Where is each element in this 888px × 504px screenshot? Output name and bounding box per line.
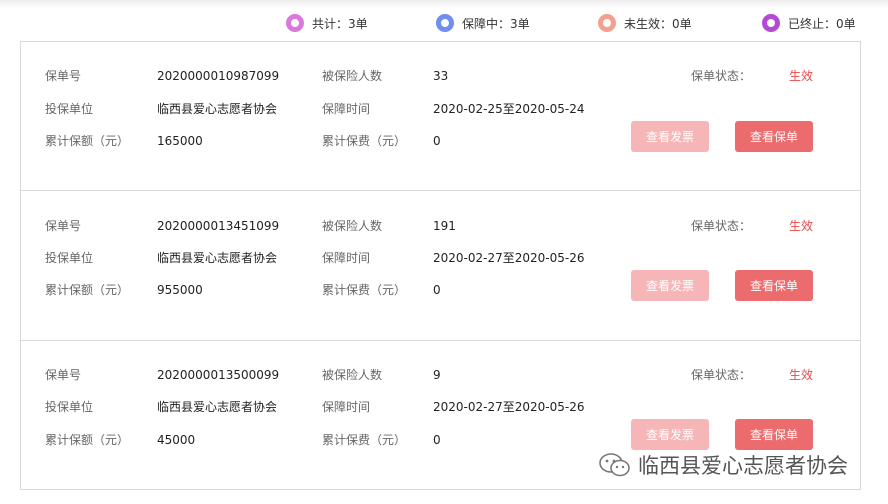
period-value: 2020-02-25至2020-05-24 bbox=[433, 102, 585, 116]
period-value: 2020-02-27至2020-05-26 bbox=[433, 251, 585, 265]
view-invoice-button[interactable]: 查看发票 bbox=[631, 121, 709, 152]
summary-active-label: 保障中：3单 bbox=[462, 16, 530, 31]
period-label: 保障时间 bbox=[322, 251, 371, 265]
insured-count-value: 191 bbox=[433, 219, 456, 233]
status-value: 生效 bbox=[789, 219, 814, 233]
summary-terminated-label: 已终止：0单 bbox=[788, 16, 856, 31]
summary-bar: 共计：3单 保障中：3单 未生效：0单 已终止：0单 bbox=[0, 0, 888, 42]
status-label: 保单状态： bbox=[691, 219, 752, 233]
insured-count-label: 被保险人数 bbox=[322, 219, 383, 233]
total-amount-label: 累计保额（元） bbox=[45, 134, 130, 148]
view-policy-button[interactable]: 查看保单 bbox=[735, 270, 813, 301]
insured-count-label: 被保险人数 bbox=[322, 69, 383, 83]
total-amount-value: 45000 bbox=[157, 433, 196, 447]
unit-label: 投保单位 bbox=[45, 251, 94, 265]
status-label: 保单状态： bbox=[691, 368, 752, 382]
ring-icon bbox=[598, 14, 616, 32]
ring-icon bbox=[286, 14, 304, 32]
summary-terminated: 已终止：0单 bbox=[762, 13, 856, 33]
period-label: 保障时间 bbox=[322, 400, 371, 414]
view-invoice-button[interactable]: 查看发票 bbox=[631, 419, 709, 450]
policy-card: 保单号 2020000010987099 被保险人数 33 保单状态： 生效 投… bbox=[20, 41, 861, 191]
total-premium-label: 累计保费（元） bbox=[322, 433, 407, 447]
unit-label: 投保单位 bbox=[45, 102, 94, 116]
status-value: 生效 bbox=[789, 69, 814, 83]
total-premium-label: 累计保费（元） bbox=[322, 283, 407, 297]
view-invoice-button[interactable]: 查看发票 bbox=[631, 270, 709, 301]
summary-total-label: 共计：3单 bbox=[312, 16, 368, 31]
wechat-watermark: 临西县爱心志愿者协会 bbox=[598, 450, 848, 480]
summary-pending-label: 未生效：0单 bbox=[624, 16, 692, 31]
total-premium-value: 0 bbox=[433, 283, 441, 297]
total-amount-value: 165000 bbox=[157, 134, 203, 148]
insured-count-value: 9 bbox=[433, 368, 441, 382]
status-label: 保单状态： bbox=[691, 69, 752, 83]
summary-total: 共计：3单 bbox=[286, 13, 368, 33]
watermark-text: 临西县爱心志愿者协会 bbox=[638, 454, 848, 478]
unit-value: 临西县爱心志愿者协会 bbox=[157, 102, 278, 116]
policy-no-label: 保单号 bbox=[45, 368, 82, 382]
wechat-icon bbox=[599, 453, 630, 477]
view-policy-button[interactable]: 查看保单 bbox=[735, 419, 813, 450]
insured-count-value: 33 bbox=[433, 69, 449, 83]
total-premium-label: 累计保费（元） bbox=[322, 134, 407, 148]
total-amount-value: 955000 bbox=[157, 283, 203, 297]
policy-no-value: 2020000013451099 bbox=[157, 219, 280, 233]
total-premium-value: 0 bbox=[433, 134, 441, 148]
policy-no-label: 保单号 bbox=[45, 69, 82, 83]
policy-no-label: 保单号 bbox=[45, 219, 82, 233]
summary-pending: 未生效：0单 bbox=[598, 13, 692, 33]
policy-no-value: 2020000010987099 bbox=[157, 69, 280, 83]
total-premium-value: 0 bbox=[433, 433, 441, 447]
ring-icon bbox=[762, 14, 780, 32]
unit-label: 投保单位 bbox=[45, 400, 94, 414]
ring-icon bbox=[436, 14, 454, 32]
status-value: 生效 bbox=[789, 368, 814, 382]
view-policy-button[interactable]: 查看保单 bbox=[735, 121, 813, 152]
unit-value: 临西县爱心志愿者协会 bbox=[157, 251, 278, 265]
policy-card: 保单号 2020000013451099 被保险人数 191 保单状态： 生效 … bbox=[20, 190, 861, 341]
unit-value: 临西县爱心志愿者协会 bbox=[157, 400, 278, 414]
total-amount-label: 累计保额（元） bbox=[45, 433, 130, 447]
summary-active: 保障中：3单 bbox=[436, 13, 530, 33]
period-value: 2020-02-27至2020-05-26 bbox=[433, 400, 585, 414]
policy-no-value: 2020000013500099 bbox=[157, 368, 280, 382]
period-label: 保障时间 bbox=[322, 102, 371, 116]
total-amount-label: 累计保额（元） bbox=[45, 283, 130, 297]
insured-count-label: 被保险人数 bbox=[322, 368, 383, 382]
